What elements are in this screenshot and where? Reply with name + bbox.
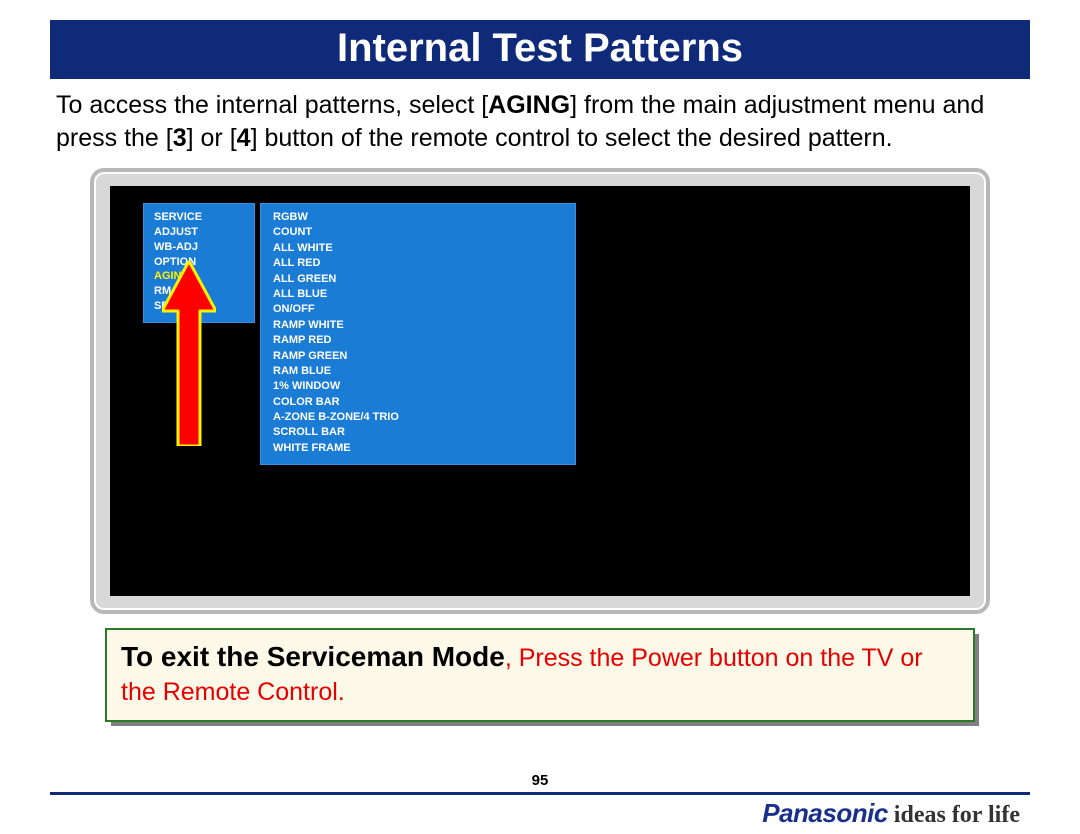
pattern-item: RGBW	[273, 210, 563, 225]
pattern-item: A-ZONE B-ZONE/4 TRIO	[273, 410, 563, 425]
exit-note-box: To exit the Serviceman Mode, Press the P…	[105, 628, 975, 722]
pattern-item: 1% WINDOW	[273, 379, 563, 394]
slide-page: Internal Test Patterns To access the int…	[0, 0, 1080, 834]
footer: 95 Panasonic ideas for life	[50, 792, 1030, 828]
panasonic-logo: Panasonic	[762, 798, 888, 829]
pattern-item: COUNT	[273, 225, 563, 240]
pattern-item: ON/OFF	[273, 302, 563, 317]
pattern-item: ALL BLUE	[273, 287, 563, 302]
pattern-item: RAMP WHITE	[273, 318, 563, 333]
up-arrow-icon	[162, 261, 216, 446]
intro-text: ] or [	[187, 124, 237, 152]
pattern-item: ALL RED	[273, 256, 563, 271]
service-menu-item: WB-ADJ	[154, 240, 244, 255]
pattern-item: ALL WHITE	[273, 241, 563, 256]
pattern-item: RAM BLUE	[273, 364, 563, 379]
intro-btn3: 3	[173, 124, 187, 152]
aging-pattern-list: RGBWCOUNTALL WHITEALL REDALL GREENALL BL…	[260, 203, 576, 465]
pattern-item: RAMP GREEN	[273, 349, 563, 364]
intro-paragraph: To access the internal patterns, select …	[56, 89, 1024, 154]
pattern-item: RAMP RED	[273, 333, 563, 348]
exit-lead: To exit the Serviceman Mode	[121, 641, 505, 672]
pattern-item: SCROLL BAR	[273, 425, 563, 440]
page-number: 95	[50, 772, 1030, 789]
footer-rule	[50, 792, 1030, 795]
pattern-item: WHITE FRAME	[273, 441, 563, 456]
pattern-item: ALL GREEN	[273, 272, 563, 287]
service-menu-item: ADJUST	[154, 225, 244, 240]
brand: Panasonic ideas for life	[762, 798, 1020, 829]
intro-text: To access the internal patterns, select …	[56, 91, 488, 119]
brand-tagline: ideas for life	[894, 802, 1020, 829]
intro-btn4: 4	[237, 124, 251, 152]
tv-screen: SERVICEADJUSTWB-ADJOPTIONAGINGRM SETSRV …	[110, 186, 970, 596]
pattern-item: COLOR BAR	[273, 395, 563, 410]
page-title: Internal Test Patterns	[50, 20, 1030, 79]
intro-aging: AGING	[488, 91, 570, 119]
exit-note: To exit the Serviceman Mode, Press the P…	[105, 628, 975, 722]
service-menu-item: SERVICE	[154, 210, 244, 225]
intro-text: ] button of the remote control to select…	[251, 124, 893, 152]
tv-bezel: SERVICEADJUSTWB-ADJOPTIONAGINGRM SETSRV …	[90, 168, 990, 614]
